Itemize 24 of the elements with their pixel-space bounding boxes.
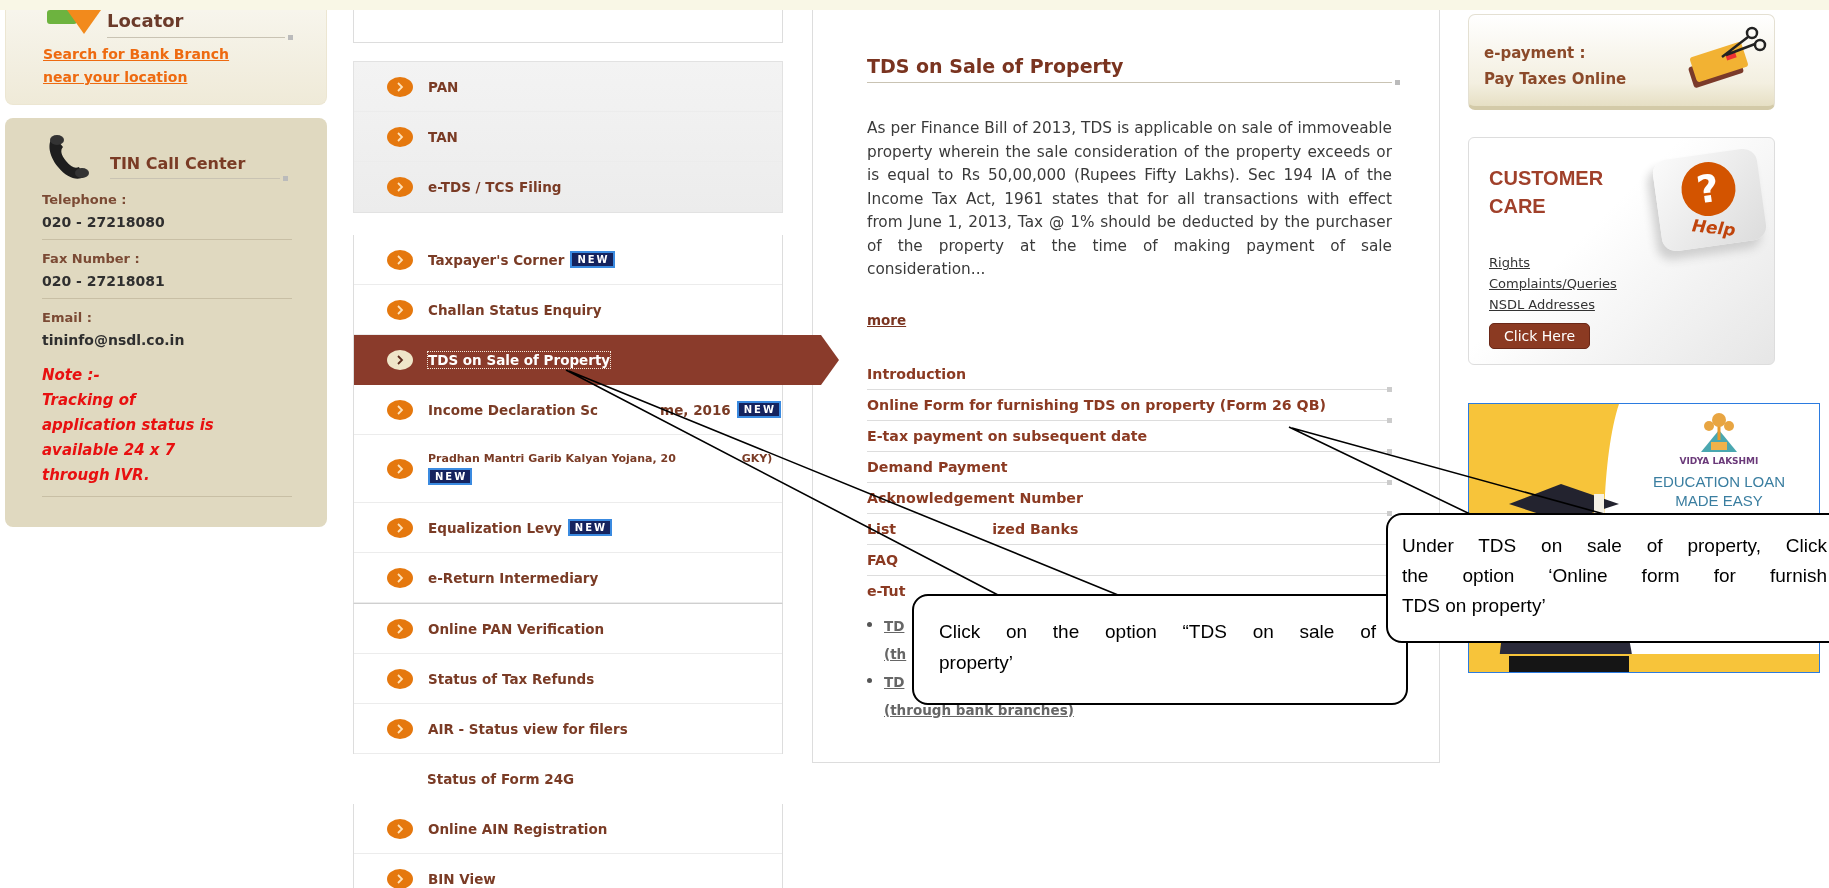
locator-title: Locator (107, 10, 185, 33)
banner-headline: EDUCATION LOAN MADE EASY (1652, 472, 1786, 510)
contact-value: 020 - 27218081 (42, 272, 166, 291)
contact-label: Fax Number : (42, 250, 141, 268)
new-badge: NEW (736, 401, 781, 418)
contact-label: Telephone : (42, 191, 128, 209)
callout-text: Under TDS on sale of property, Click (1402, 534, 1827, 558)
callout-text: property’ (939, 651, 1014, 675)
new-badge: NEW (567, 519, 613, 536)
callout-text: the option ‘Online form for furnish (1402, 564, 1827, 588)
contact-value: 020 - 27218080 (42, 213, 166, 232)
description-text: As per Finance Bill of 2013, TDS is applicable on sale of immoveable property wherein the sale consideration of the property exceeds or is equal to Rs 50,00,000 (Rupees Fifty Lakhs). Sec 194 IA of the Income Tax Act, 1961 states that for all transactions with effect from June 1, 2013, Tax @ 1% should be deducted by the purchaser of the property at the time of making payment of sale consideration... (867, 118, 1392, 280)
new-badge: NEW (570, 251, 615, 268)
call-center-title: TIN Call Center (110, 154, 247, 175)
note-text: Note :- Tracking of application status is available 24 x 7 through IVR. (42, 363, 292, 497)
page-title: TDS on Sale of Property (867, 54, 1125, 79)
callout-text: Click on the option “TDS on sale of (939, 620, 1376, 644)
callout-text: TDS on property’ (1402, 594, 1547, 618)
brand-name: VIDYA LAKSHMI (1679, 456, 1759, 466)
new-badge: NEW (428, 468, 473, 485)
contact-value: tininfo@nsdl.co.in (42, 331, 186, 350)
customer-care-title: CUSTOMER CARE (1489, 166, 1604, 219)
contact-label: Email : (42, 309, 93, 327)
e-payment-text: e-payment : Pay Taxes Online (1484, 42, 1627, 90)
